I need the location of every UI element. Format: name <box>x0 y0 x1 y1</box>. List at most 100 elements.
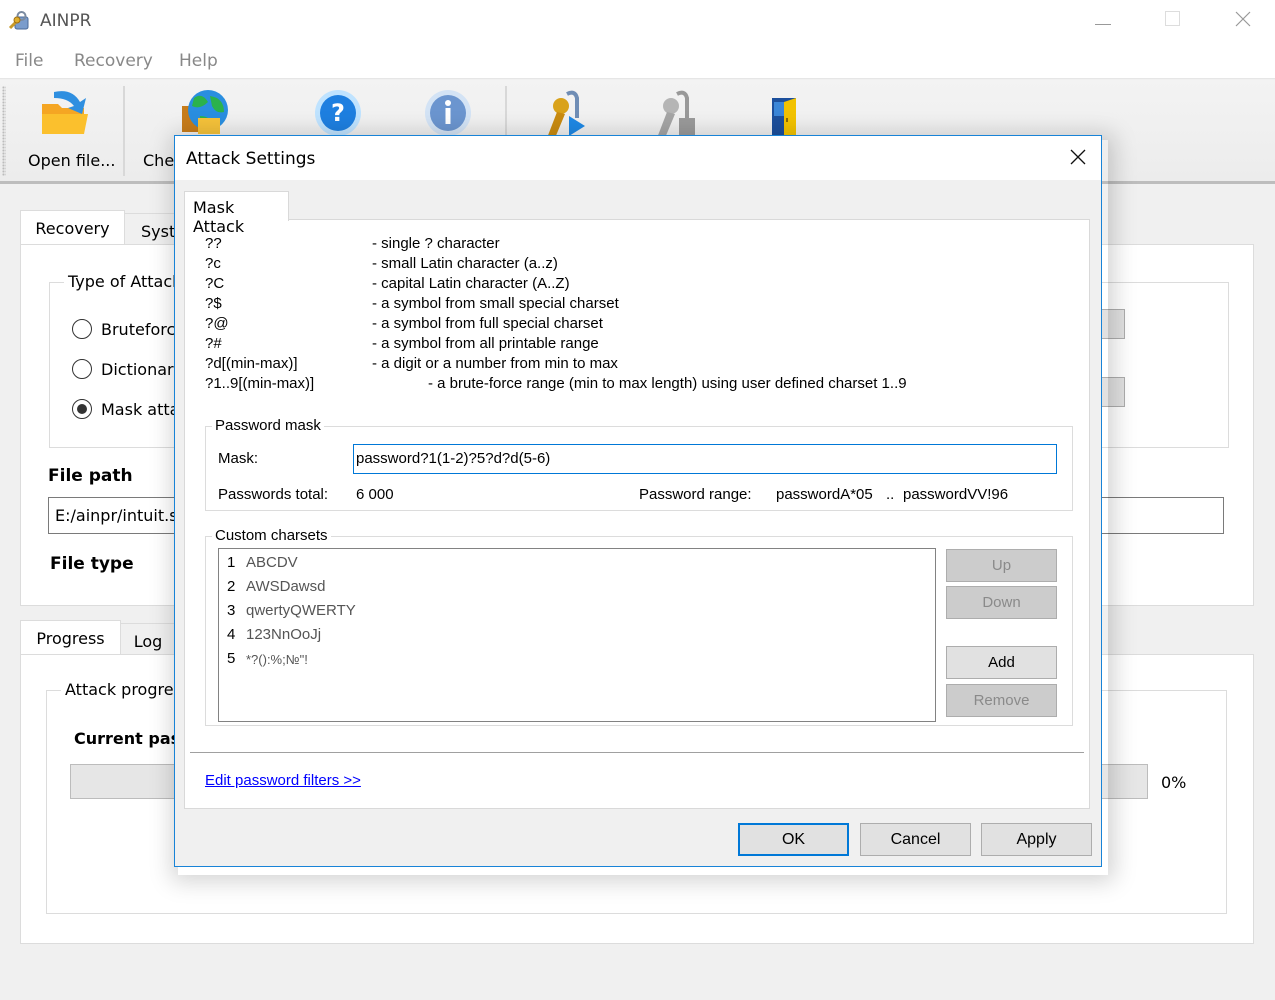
menu-file[interactable]: File <box>15 51 43 71</box>
close-icon <box>1070 149 1086 169</box>
file-path-label: File path <box>48 466 133 486</box>
charset-value: ABCDV <box>246 554 298 571</box>
legend-code: ?d[(min-max)] <box>205 355 298 372</box>
charset-value: *?():%;№"! <box>246 652 308 667</box>
radio-label: Bruteforce <box>101 319 186 339</box>
menu-recovery[interactable]: Recovery <box>74 51 153 71</box>
custom-charsets-group: Custom charsets 1 ABCDV 2 AWSDawsd 3 qwerty… <box>205 527 1073 726</box>
close-button[interactable] <box>1208 0 1275 42</box>
legend-code: ?@ <box>205 315 229 332</box>
progress-percent: 0% <box>1161 773 1187 792</box>
remove-button[interactable]: Remove <box>946 684 1057 717</box>
charset-item[interactable]: 2 AWSDawsd <box>219 573 935 597</box>
charset-value: qwertyQWERTY <box>246 602 356 619</box>
minimize-button[interactable] <box>1068 0 1138 42</box>
down-button[interactable]: Down <box>946 586 1057 619</box>
attack-type-title: Type of Attack <box>64 272 186 291</box>
legend-desc: - a digit or a number from min to max <box>372 355 618 372</box>
radio-label: Dictionary <box>101 359 184 379</box>
charset-item[interactable]: 1 ABCDV <box>219 549 935 573</box>
minimize-icon <box>1095 13 1111 30</box>
mask-input[interactable]: password?1(1-2)?5?d?d(5-6) <box>353 444 1057 474</box>
dialog-close-button[interactable] <box>1063 144 1093 174</box>
stop-keys-icon <box>649 88 701 138</box>
maximize-button[interactable] <box>1138 0 1208 42</box>
charset-value: AWSDawsd <box>246 578 326 595</box>
legend-desc: - a symbol from full special charset <box>372 315 603 332</box>
legend-desc: - a brute-force range (min to max length… <box>428 375 907 392</box>
password-mask-title: Password mask <box>212 417 324 434</box>
charset-number: 2 <box>227 578 236 595</box>
tab-log[interactable]: Log <box>120 623 176 656</box>
password-range-to: passwordVV!96 <box>903 486 1009 503</box>
up-button[interactable]: Up <box>946 549 1057 582</box>
add-button[interactable]: Add <box>946 646 1057 679</box>
radio-button[interactable] <box>72 359 92 379</box>
cancel-button[interactable]: Cancel <box>860 823 971 856</box>
legend-desc: - single ? character <box>372 235 500 252</box>
close-icon <box>1235 11 1251 31</box>
maximize-icon <box>1165 11 1181 31</box>
attack-settings-dialog: Attack Settings Mask Attack ?? - single ?… <box>174 135 1102 867</box>
tab-recovery[interactable]: Recovery <box>20 210 125 245</box>
legend-code: ?# <box>205 335 222 352</box>
mask-attack-page: ?? - single ? character ?c - small Latin c… <box>184 219 1090 809</box>
app-lock-key-icon <box>8 8 32 32</box>
charset-value: 123NnOoJj <box>246 626 322 643</box>
legend-desc: - a symbol from small special charset <box>372 295 619 312</box>
legend-desc: - small Latin character (a..z) <box>372 255 558 272</box>
radio-bruteforce[interactable]: Bruteforce <box>72 319 185 339</box>
charset-list[interactable]: 1 ABCDV 2 AWSDawsd 3 qwertyQWERTY 4 123NnOoJ… <box>218 548 936 722</box>
charset-item[interactable]: 4 123NnOoJj <box>219 621 935 645</box>
dialog-title-bar[interactable]: Attack Settings <box>175 136 1101 180</box>
tab-mask-attack[interactable]: Mask Attack <box>184 191 289 236</box>
password-range-separator: .. <box>886 486 895 503</box>
tab-progress[interactable]: Progress <box>20 620 121 655</box>
open-file-button[interactable]: Open file... <box>14 80 120 180</box>
divider <box>190 752 1084 753</box>
password-range-label: Password range: <box>639 486 752 503</box>
legend-desc: - capital Latin character (A..Z) <box>372 275 570 292</box>
legend-desc: - a symbol from all printable range <box>372 335 599 352</box>
app-title: AINPR <box>40 11 92 31</box>
open-file-label: Open file... <box>28 151 116 170</box>
charset-number: 4 <box>227 626 236 643</box>
info-icon <box>422 88 474 138</box>
legend-code: ?$ <box>205 295 222 312</box>
edit-password-filters-link[interactable]: Edit password filters >> <box>205 772 361 789</box>
start-keys-icon <box>539 88 591 138</box>
help-icon: ? <box>312 88 364 138</box>
password-range-from: passwordA*05 <box>776 486 873 503</box>
exit-door-icon <box>764 88 816 138</box>
radio-button[interactable] <box>72 399 92 419</box>
radio-dictionary[interactable]: Dictionary <box>72 359 183 379</box>
ok-button[interactable]: OK <box>738 823 849 856</box>
passwords-total-label: Passwords total: <box>218 486 329 503</box>
svg-text:?: ? <box>331 99 345 127</box>
password-mask-group: Password mask Mask: password?1(1-2)?5?d?… <box>205 417 1073 511</box>
passwords-total-value: 6 000 <box>356 486 394 503</box>
charset-number: 1 <box>227 554 236 571</box>
charset-number: 3 <box>227 602 236 619</box>
charset-item[interactable]: 3 qwertyQWERTY <box>219 597 935 621</box>
radio-selected-dot <box>77 404 87 414</box>
radio-button[interactable] <box>72 319 92 339</box>
legend-code: ?1..9[(min-max)] <box>205 375 315 392</box>
mask-label: Mask: <box>218 450 259 467</box>
open-folder-icon <box>40 88 92 138</box>
custom-charsets-title: Custom charsets <box>212 527 331 544</box>
legend-code: ?c <box>205 255 221 272</box>
toolbar-grip[interactable] <box>2 86 6 176</box>
charset-number: 5 <box>227 650 236 667</box>
menu-bar: File Recovery Help <box>0 42 1275 79</box>
title-bar: AINPR <box>0 0 1275 42</box>
menu-help[interactable]: Help <box>179 51 218 71</box>
charset-item[interactable]: 5 *?():%;№"! <box>219 645 935 669</box>
file-type-label: File type <box>50 554 134 574</box>
globe-update-icon <box>180 88 232 138</box>
legend-code: ?? <box>205 235 222 252</box>
legend-code: ?C <box>205 275 225 292</box>
toolbar-separator <box>123 86 125 176</box>
dialog-title: Attack Settings <box>186 149 316 169</box>
apply-button[interactable]: Apply <box>981 823 1092 856</box>
